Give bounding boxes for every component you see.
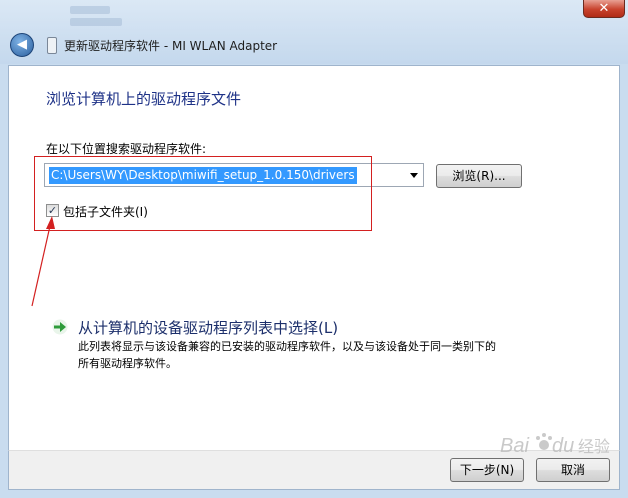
next-button[interactable]: 下一步(N) [450, 458, 524, 482]
pick-option-description: 此列表将显示与该设备兼容的已安装的驱动程序软件，以及与该设备处于同一类别下的 [78, 340, 496, 353]
pick-from-list-link[interactable]: 从计算机的设备驱动程序列表中选择(L) [78, 317, 338, 338]
green-arrow-icon[interactable] [52, 319, 68, 335]
cancel-button[interactable]: 取消 [536, 458, 610, 482]
svg-text:经验: 经验 [578, 437, 610, 456]
annotation-arrow [31, 216, 55, 307]
svg-text:du: du [552, 435, 574, 457]
baidu-watermark: Bai du 经验 [500, 433, 610, 457]
svg-text:Bai: Bai [500, 435, 529, 457]
pick-option-description-cont: 所有驱动程序软件。 [78, 357, 177, 370]
